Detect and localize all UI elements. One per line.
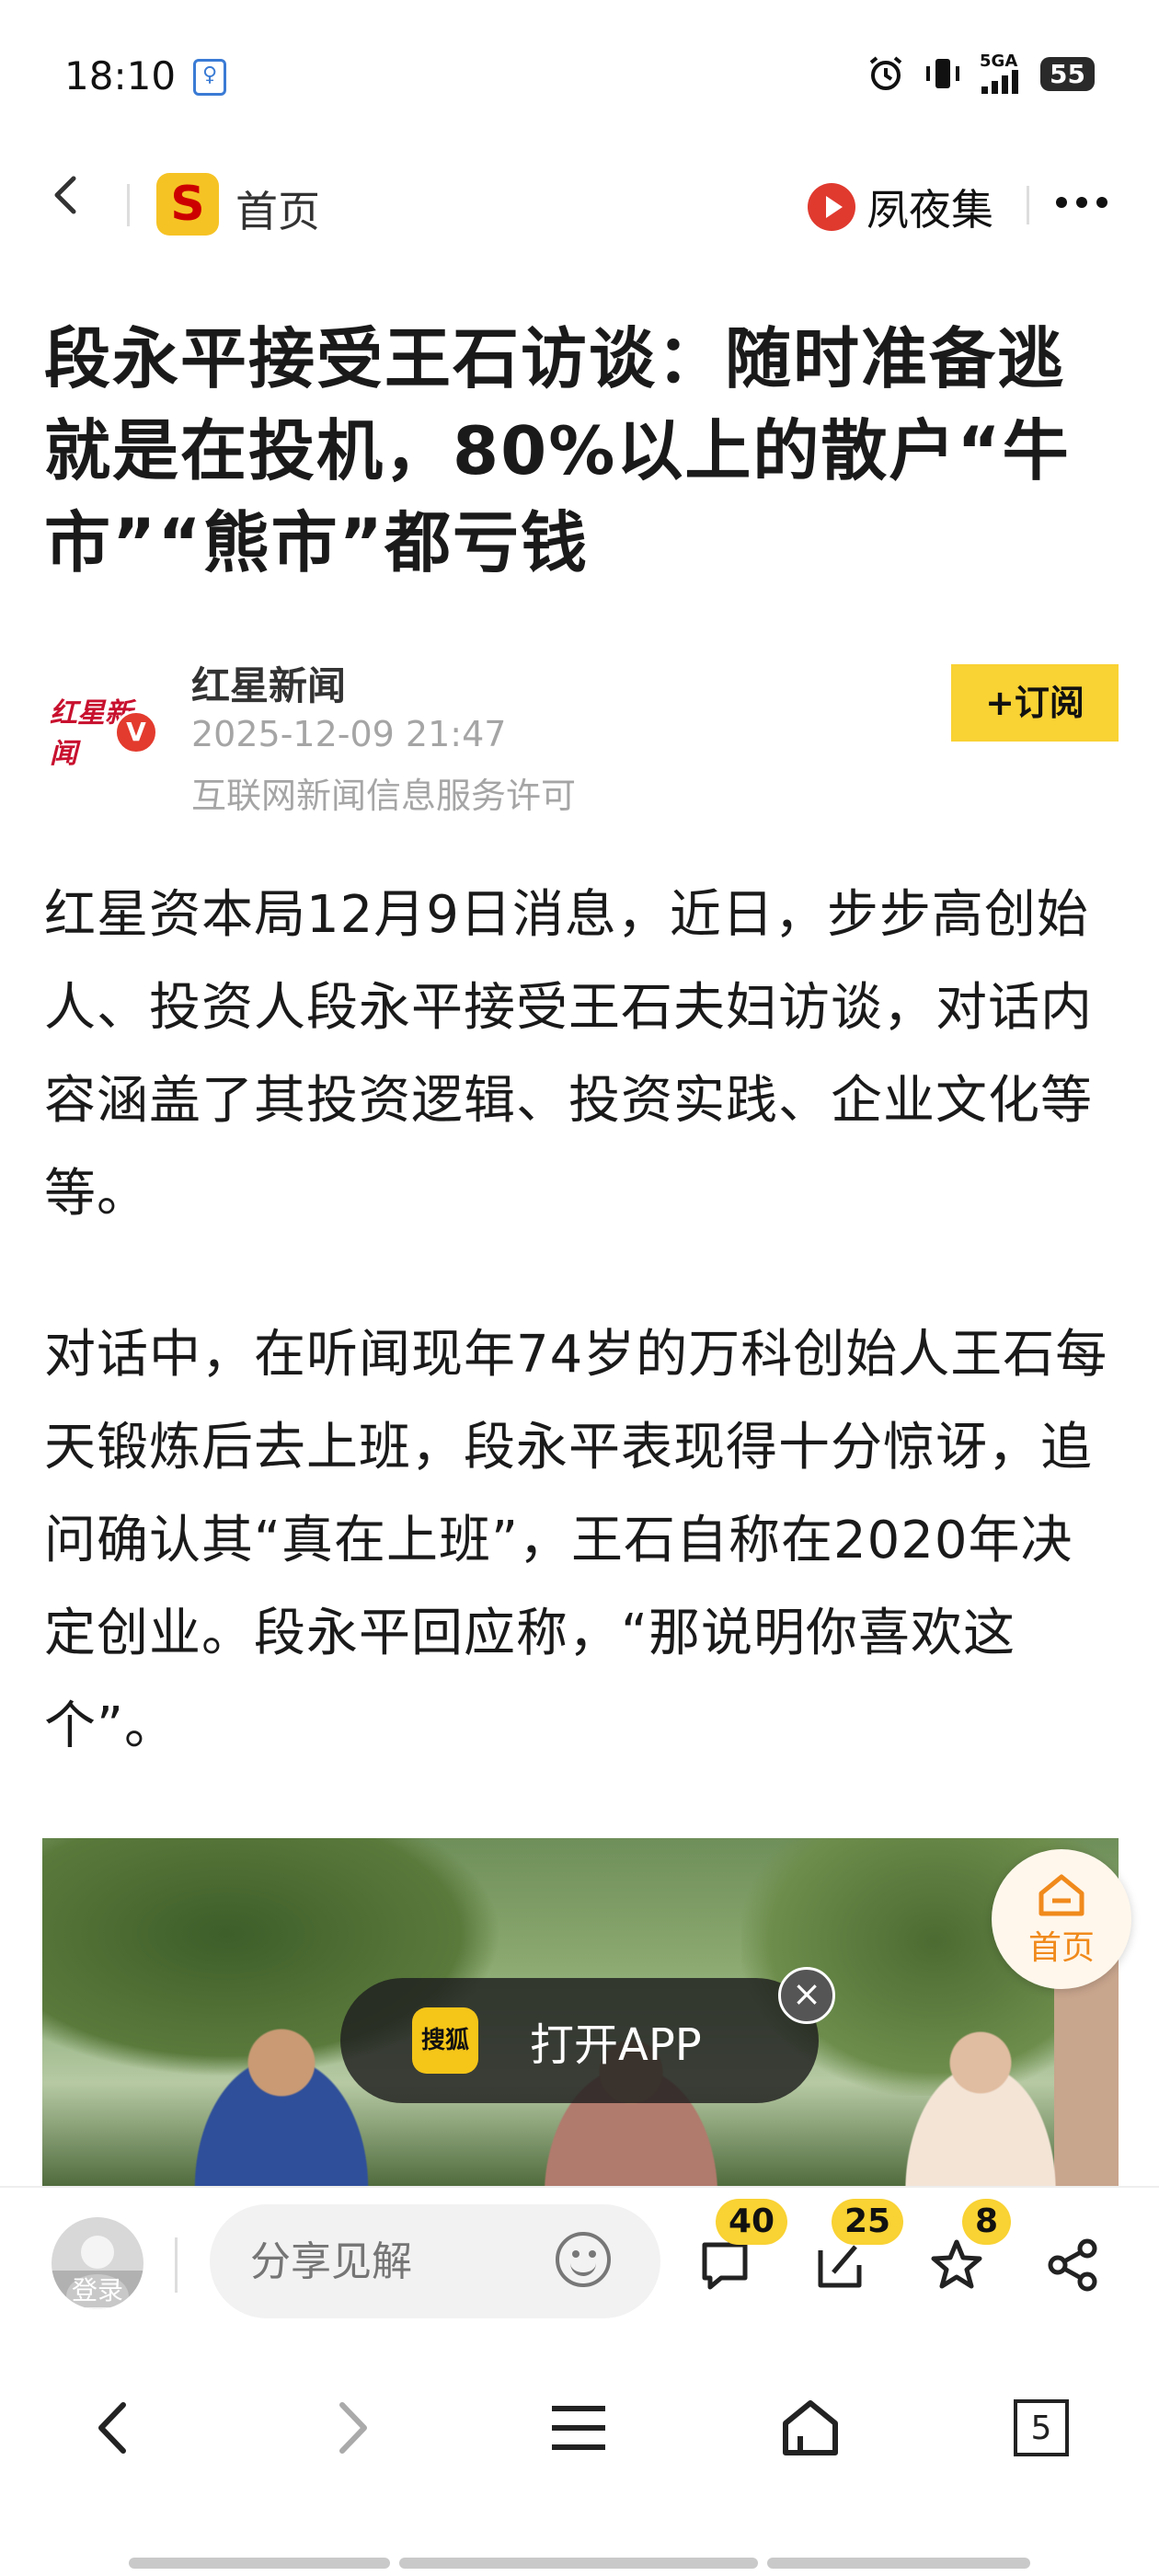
play-icon bbox=[808, 183, 855, 231]
network-type: 5GA bbox=[980, 52, 1018, 71]
article-paragraph: 红星资本局12月9日消息，近日，步步高创始人、投资人段永平接受王石夫妇访谈，对话… bbox=[44, 885, 1093, 1224]
verified-badge-icon: V bbox=[114, 710, 158, 754]
share-icon[interactable] bbox=[1045, 2237, 1100, 2293]
sohu-logo-icon[interactable]: S bbox=[156, 173, 219, 236]
header-divider bbox=[127, 184, 130, 226]
nav-forward-icon[interactable] bbox=[318, 2396, 383, 2460]
float-home-label: 首页 bbox=[1027, 1929, 1095, 1967]
repost-icon[interactable] bbox=[813, 2237, 868, 2293]
vibrate-icon bbox=[926, 59, 960, 88]
open-app-button[interactable]: 搜狐 打开APP bbox=[340, 1978, 819, 2103]
back-icon[interactable] bbox=[46, 175, 86, 215]
comments-count-badge: 40 bbox=[716, 2199, 788, 2245]
more-icon[interactable] bbox=[1056, 197, 1107, 208]
gesture-bar bbox=[129, 2558, 390, 2569]
article-paragraph: 对话中，在听闻现年74岁的万科创始人王石每天锻炼后去上班，段永平表现得十分惊讶，… bbox=[44, 1325, 1108, 1756]
nav-home-icon[interactable] bbox=[778, 2396, 843, 2460]
status-indicators: 5GA 55 bbox=[866, 53, 1095, 94]
star-icon[interactable] bbox=[929, 2237, 984, 2293]
license-text: 互联网新闻信息服务许可 bbox=[191, 776, 577, 816]
person-figure bbox=[879, 2022, 1082, 2188]
emoji-icon[interactable] bbox=[556, 2232, 611, 2287]
author-avatar[interactable]: 红星新闻 V bbox=[44, 672, 158, 770]
gesture-bar bbox=[767, 2558, 1030, 2569]
article-title: 段永平接受王石访谈：随时准备逃就是在投机，80%以上的散户“牛市”“熊市”都亏钱 bbox=[44, 320, 1071, 581]
comment-icon[interactable] bbox=[697, 2237, 752, 2293]
open-app-label: 打开APP bbox=[530, 2019, 702, 2071]
login-avatar[interactable]: 登录 bbox=[52, 2217, 143, 2309]
float-home-button[interactable]: 首页 bbox=[992, 1849, 1131, 1989]
publish-time: 2025-12-09 21:47 bbox=[191, 714, 507, 754]
tabs-count-button[interactable]: 5 bbox=[1014, 2399, 1069, 2456]
status-time: 18:10 bbox=[64, 53, 177, 98]
header-divider bbox=[1027, 186, 1029, 224]
vpn-icon: ♀ bbox=[193, 59, 226, 96]
battery-icon: 55 bbox=[1040, 56, 1095, 91]
author-name[interactable]: 红星新闻 bbox=[191, 655, 346, 711]
signal-icon: 5GA bbox=[980, 53, 1024, 94]
channel-label: 夙夜集 bbox=[866, 185, 993, 235]
reposts-count-badge: 25 bbox=[832, 2199, 904, 2245]
login-label: 登录 bbox=[52, 2271, 143, 2307]
home-link[interactable]: 首页 bbox=[235, 178, 320, 239]
gesture-bar bbox=[399, 2558, 758, 2569]
home-icon bbox=[1039, 1874, 1084, 1916]
channel-link[interactable]: 夙夜集 bbox=[808, 177, 993, 237]
subscribe-button[interactable]: +订阅 bbox=[951, 664, 1119, 742]
menu-icon[interactable] bbox=[546, 2396, 611, 2460]
close-icon[interactable]: × bbox=[778, 1967, 835, 2024]
favorites-count-badge: 8 bbox=[962, 2199, 1012, 2245]
nav-back-icon[interactable] bbox=[83, 2396, 147, 2460]
comment-divider bbox=[175, 2237, 178, 2293]
alarm-icon bbox=[869, 56, 902, 90]
sohu-app-icon: 搜狐 bbox=[412, 2007, 478, 2074]
